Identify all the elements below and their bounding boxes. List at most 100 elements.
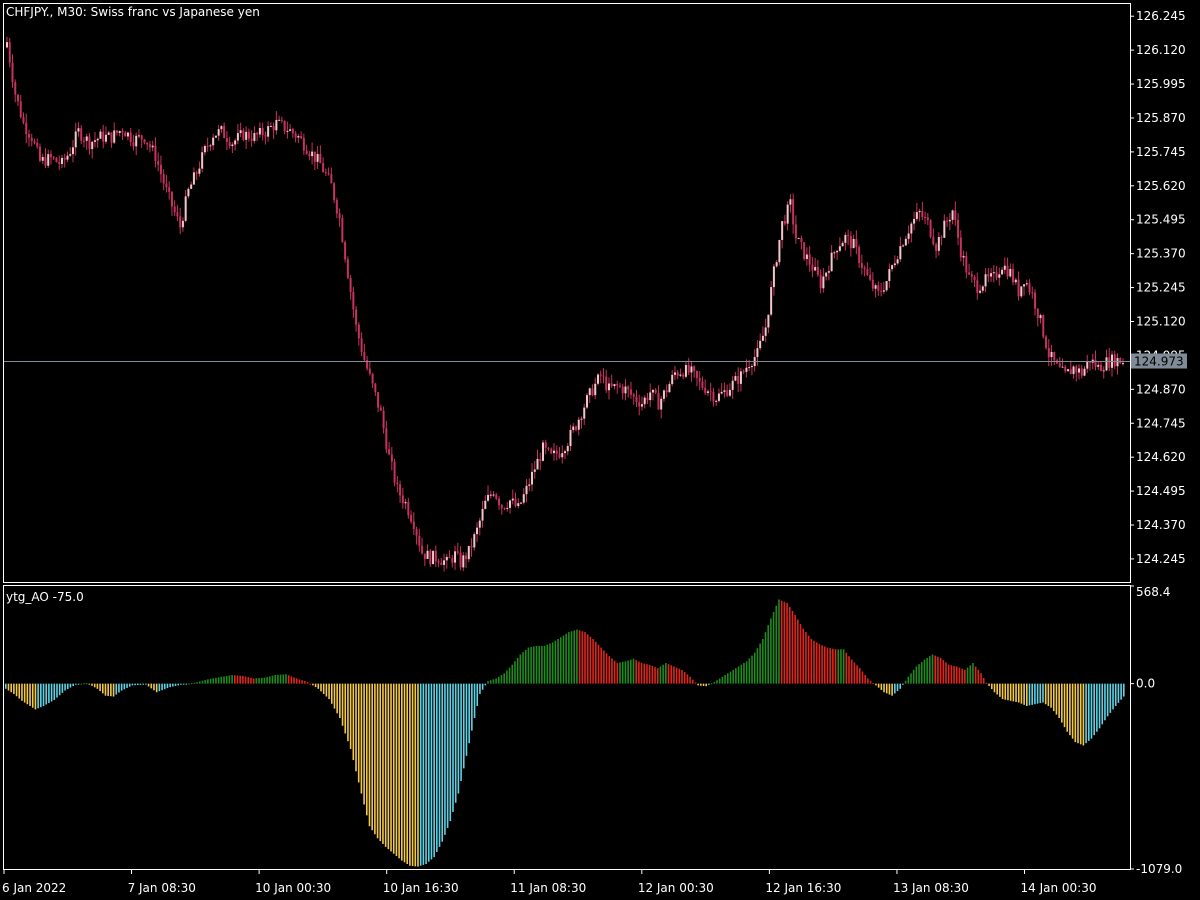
- candle-body: [1031, 292, 1034, 294]
- ao-bar: [977, 669, 980, 684]
- ao-bar: [735, 668, 737, 684]
- ao-bar: [274, 675, 276, 684]
- candle-body: [399, 484, 402, 496]
- candle-body: [566, 446, 569, 452]
- candle-body: [38, 146, 41, 161]
- ao-bar: [1106, 683, 1109, 717]
- ao-bar: [325, 683, 328, 697]
- candle-body: [748, 367, 751, 369]
- ao-bar: [783, 601, 786, 684]
- ao-bar: [45, 683, 48, 705]
- ao-bar: [611, 658, 613, 684]
- candle-body: [66, 155, 69, 160]
- candle-body: [728, 389, 731, 396]
- candle-body: [41, 157, 44, 161]
- candle-body: [915, 212, 918, 219]
- ao-bar: [209, 678, 212, 684]
- ao-bar: [689, 676, 691, 684]
- candle-body: [374, 383, 377, 393]
- candle-body: [1042, 315, 1045, 337]
- candle-body: [561, 453, 564, 458]
- ao-bar: [233, 675, 236, 684]
- ao-bar: [535, 645, 538, 684]
- ao-bar: [516, 657, 519, 684]
- candle-body: [187, 188, 190, 197]
- ao-bar: [697, 683, 699, 686]
- candle-body: [629, 389, 632, 395]
- ao-bar: [495, 678, 497, 684]
- candle-body: [319, 153, 322, 164]
- ao-bar: [996, 683, 998, 695]
- candle-body: [407, 502, 410, 516]
- ao-bar: [856, 665, 858, 684]
- price-tick-label: 125.870: [1136, 111, 1186, 125]
- candle-body: [805, 254, 808, 260]
- ao-bar: [465, 683, 468, 756]
- ao-bar: [69, 683, 72, 688]
- candle-body: [701, 381, 704, 388]
- ao-bar: [460, 683, 462, 781]
- candle-body: [522, 494, 525, 503]
- ao-bar: [961, 668, 963, 684]
- candle-body: [16, 94, 19, 102]
- candle-body: [679, 374, 682, 376]
- ao-bar: [368, 683, 371, 827]
- ao-bar: [592, 638, 594, 684]
- trading-chart[interactable]: 126.245 126.120 125.995 125.870 125.745 125.6…: [0, 0, 1200, 900]
- candle-body: [55, 157, 58, 163]
- candle-body: [1119, 357, 1122, 364]
- candle-body: [478, 520, 481, 528]
- candle-body: [976, 280, 979, 293]
- candle-body: [726, 390, 729, 396]
- time-tick-label: 13 Jan 08:30: [893, 881, 969, 895]
- candle-body: [225, 138, 228, 143]
- ao-bar: [330, 683, 333, 704]
- ao-bar: [993, 683, 996, 693]
- candle-body: [1020, 286, 1023, 297]
- ao-bar: [153, 683, 155, 691]
- ao-bar: [538, 645, 541, 684]
- candle-body: [410, 515, 413, 522]
- ao-bar: [1052, 683, 1055, 712]
- ao-bar: [379, 683, 382, 842]
- candle-body: [390, 454, 393, 462]
- candle-body: [635, 396, 638, 403]
- candle-body: [786, 204, 789, 224]
- candle-body: [335, 200, 338, 214]
- ao-bar: [821, 645, 823, 684]
- candle-body: [536, 458, 539, 470]
- candle-body: [88, 136, 91, 150]
- ao-bar: [40, 683, 42, 708]
- ao-bar: [1090, 683, 1093, 739]
- candle-body: [531, 471, 534, 485]
- ao-bar: [180, 683, 182, 685]
- ao-bar: [640, 663, 643, 684]
- candle-body: [484, 500, 487, 509]
- candle-body: [203, 146, 206, 153]
- time-tick-label: 14 Jan 00:30: [1021, 881, 1097, 895]
- ao-bar: [533, 646, 535, 684]
- candle-body: [245, 131, 248, 140]
- ao-bar: [1112, 683, 1114, 710]
- ao-bar: [101, 683, 104, 694]
- ao-bar: [190, 683, 193, 685]
- candle-body: [157, 161, 160, 165]
- candle-body: [987, 274, 990, 277]
- candle-body: [401, 495, 404, 504]
- ao-bar: [573, 630, 576, 684]
- ao-bar: [255, 678, 258, 684]
- candle-body: [888, 269, 891, 282]
- candle-body: [509, 500, 512, 508]
- ao-bar: [382, 683, 384, 844]
- ao-bar: [1023, 683, 1025, 705]
- price-tick-label: 124.245: [1136, 552, 1186, 566]
- candle-body: [808, 254, 811, 265]
- candle-body: [256, 133, 259, 135]
- ao-bar: [815, 642, 818, 684]
- ao-bar: [969, 665, 972, 684]
- candle-body: [8, 42, 11, 63]
- ao-bar: [767, 625, 769, 684]
- ao-bar: [990, 683, 993, 690]
- ao-bar: [271, 675, 274, 684]
- ao-bar: [1085, 683, 1087, 744]
